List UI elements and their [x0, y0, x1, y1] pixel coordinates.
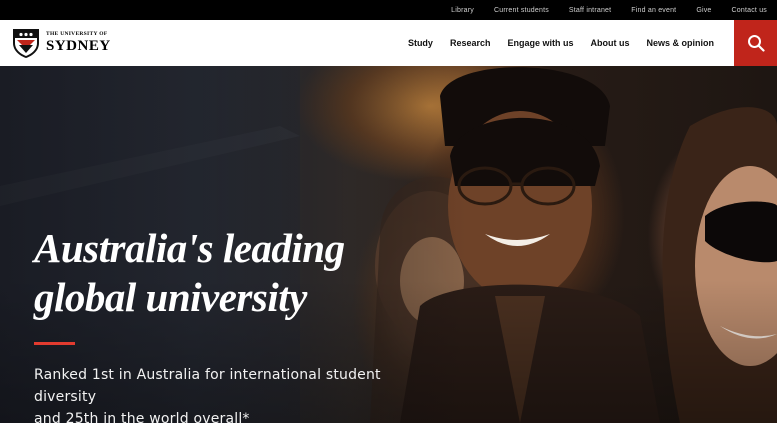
hero-title-line1: Australia's leading [34, 225, 345, 271]
search-icon [747, 35, 765, 52]
logo-small-text: THE UNIVERSITY OF [46, 31, 108, 38]
hero-subtitle-line2: and 25th in the world overall* [34, 411, 250, 423]
nav-item-research[interactable]: Research [450, 38, 491, 48]
utility-link-current-students[interactable]: Current students [494, 7, 549, 14]
logo-big-text: SYDNEY [46, 37, 111, 54]
hero-subtitle-line1: Ranked 1st in Australia for internationa… [34, 367, 381, 405]
search-button[interactable] [734, 20, 777, 66]
utility-link-contact-us[interactable]: Contact us [732, 7, 767, 14]
utility-link-find-an-event[interactable]: Find an event [631, 7, 676, 14]
utility-bar: Library Current students Staff intranet … [0, 0, 777, 20]
logo-wordmark: THE UNIVERSITY OF SYDNEY [46, 32, 111, 54]
utility-link-staff-intranet[interactable]: Staff intranet [569, 7, 611, 14]
hero-title: Australia's leading global university [34, 224, 394, 322]
main-nav: Study Research Engage with us About us N… [391, 20, 714, 66]
hero-banner: Australia's leading global university Ra… [0, 66, 777, 423]
utility-link-give[interactable]: Give [696, 7, 711, 14]
hero-subtitle: Ranked 1st in Australia for internationa… [34, 364, 434, 423]
crest-icon [13, 29, 39, 58]
university-logo[interactable]: THE UNIVERSITY OF SYDNEY [11, 27, 111, 59]
main-header: THE UNIVERSITY OF SYDNEY Study Research … [0, 20, 777, 66]
nav-item-about-us[interactable]: About us [591, 38, 630, 48]
nav-item-study[interactable]: Study [408, 38, 433, 48]
hero-title-line2: global university [34, 274, 307, 320]
nav-item-news-opinion[interactable]: News & opinion [647, 38, 715, 48]
hero-accent-rule [34, 342, 75, 345]
nav-item-engage[interactable]: Engage with us [507, 38, 573, 48]
utility-link-library[interactable]: Library [451, 7, 474, 14]
